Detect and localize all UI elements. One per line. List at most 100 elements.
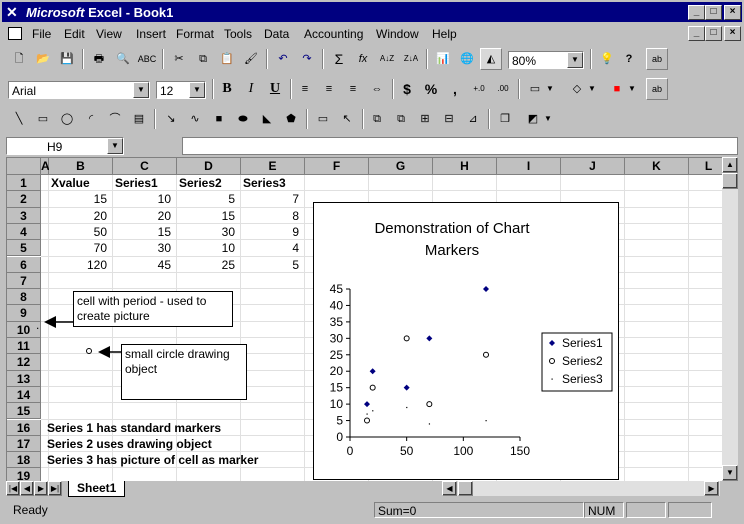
vertical-scrollbar[interactable]: ▲ ▼: [722, 157, 738, 481]
row-header-14[interactable]: 14: [7, 386, 41, 404]
menu-data[interactable]: Data: [264, 27, 289, 41]
data-cell[interactable]: 120: [49, 258, 107, 272]
line-icon[interactable]: ╲: [8, 108, 30, 130]
ab-button-2[interactable]: ab: [646, 78, 668, 100]
merge-center-icon[interactable]: ⇔: [366, 78, 388, 100]
borders-dropdown-icon[interactable]: ▼: [544, 78, 556, 100]
pattern-icon[interactable]: ◩: [522, 108, 544, 130]
arrow-icon[interactable]: ↘: [160, 108, 182, 130]
currency-button[interactable]: $: [396, 78, 418, 100]
note-cell[interactable]: Series 2 uses drawing object: [47, 437, 212, 451]
data-cell[interactable]: 15: [113, 225, 171, 239]
row-header-15[interactable]: 15: [7, 403, 41, 420]
sheet-tab-sheet1[interactable]: Sheet1: [68, 481, 126, 497]
menu-help[interactable]: Help: [432, 27, 457, 41]
scroll-up-arrow-icon[interactable]: ▲: [722, 157, 738, 173]
data-cell[interactable]: 20: [113, 209, 171, 223]
menu-insert[interactable]: Insert: [136, 27, 166, 41]
row-header-18[interactable]: 18: [7, 452, 41, 469]
menu-file[interactable]: File: [32, 27, 51, 41]
ungroup-icon[interactable]: ⊟: [438, 108, 460, 130]
horizontal-scrollbar[interactable]: ◀ ▶: [442, 481, 720, 496]
print-icon[interactable]: 🖶: [88, 48, 110, 70]
bold-button[interactable]: B: [216, 78, 238, 100]
row-header-17[interactable]: 17: [7, 435, 41, 453]
header-cell[interactable]: Series3: [243, 176, 286, 190]
column-header-b[interactable]: B: [49, 158, 113, 175]
column-header-e[interactable]: E: [241, 158, 305, 175]
menu-view[interactable]: View: [96, 27, 122, 41]
selection-pointer-icon[interactable]: ↖: [336, 108, 358, 130]
data-cell[interactable]: 70: [49, 241, 107, 255]
scatter-chart[interactable]: Demonstration of Chart Markers 0 5 10 15 20 2…: [313, 202, 619, 480]
comma-button[interactable]: ,: [444, 78, 466, 100]
align-right-icon[interactable]: ≡: [342, 78, 364, 100]
borders-icon[interactable]: ▭: [524, 78, 546, 100]
decrease-decimal-icon[interactable]: .00: [492, 78, 514, 100]
data-cell[interactable]: 7: [241, 192, 299, 206]
data-cell[interactable]: 9: [241, 225, 299, 239]
open-icon[interactable]: 📂: [32, 48, 54, 70]
reshape-icon[interactable]: ⊿: [462, 108, 484, 130]
data-cell[interactable]: 4: [241, 241, 299, 255]
font-combo[interactable]: Arial ▼: [8, 81, 150, 99]
rectangle-icon[interactable]: ▭: [32, 108, 54, 130]
map-icon[interactable]: 🌐: [456, 48, 478, 70]
name-box[interactable]: H9 ▼: [6, 137, 124, 155]
scroll-left-arrow-icon[interactable]: ◀: [442, 481, 457, 496]
column-header-a[interactable]: A: [41, 158, 50, 175]
prev-sheet-icon[interactable]: ◀: [20, 481, 34, 496]
minimize-button[interactable]: _: [688, 5, 705, 20]
doc-close-button[interactable]: ×: [724, 26, 741, 41]
column-header-c[interactable]: C: [113, 158, 177, 175]
name-box-dropdown-icon[interactable]: ▼: [107, 138, 123, 154]
row-header-11[interactable]: 11: [7, 338, 41, 355]
close-button[interactable]: ×: [724, 5, 741, 20]
function-wizard-button[interactable]: fx: [352, 48, 374, 70]
font-color-icon[interactable]: ■: [606, 78, 628, 100]
scroll-down-arrow-icon[interactable]: ▼: [722, 465, 738, 481]
menu-window[interactable]: Window: [376, 27, 419, 41]
increase-decimal-icon[interactable]: +.0: [468, 78, 490, 100]
menu-accounting[interactable]: Accounting: [304, 27, 363, 41]
filled-ellipse-icon[interactable]: ⬬: [232, 108, 254, 130]
row-header-5[interactable]: 5: [7, 240, 41, 257]
filled-arc-icon[interactable]: ◣: [256, 108, 278, 130]
menu-tools[interactable]: Tools: [224, 27, 252, 41]
data-cell[interactable]: 5: [241, 258, 299, 272]
create-button-icon[interactable]: ▭: [312, 108, 334, 130]
column-header-l[interactable]: L: [689, 158, 723, 175]
vertical-scroll-thumb[interactable]: [722, 173, 738, 189]
data-cell[interactable]: 5: [177, 192, 235, 206]
column-header-h[interactable]: H: [433, 158, 497, 175]
column-header-d[interactable]: D: [177, 158, 241, 175]
row-header-8[interactable]: 8: [7, 289, 41, 306]
data-cell[interactable]: 20: [49, 209, 107, 223]
row-header-3[interactable]: 3: [7, 207, 41, 224]
freeform-icon[interactable]: ⌒: [104, 108, 126, 130]
cut-icon[interactable]: ✂: [168, 48, 190, 70]
drawing-toggle-icon[interactable]: ◭: [480, 48, 502, 70]
text-box-icon[interactable]: ▤: [128, 108, 150, 130]
next-sheet-icon[interactable]: ▶: [34, 481, 48, 496]
column-header-f[interactable]: F: [305, 158, 369, 175]
freehand-icon[interactable]: ∿: [184, 108, 206, 130]
column-header-i[interactable]: I: [497, 158, 561, 175]
doc-minimize-button[interactable]: _: [688, 26, 705, 41]
row-header-12[interactable]: 12: [7, 354, 41, 371]
fill-color-icon[interactable]: ◇: [566, 78, 588, 100]
scroll-right-arrow-icon[interactable]: ▶: [704, 481, 719, 496]
zoom-combo[interactable]: 80% ▼: [508, 51, 584, 69]
excel-icon[interactable]: ✕: [6, 4, 22, 20]
row-header-13[interactable]: 13: [7, 370, 41, 387]
underline-button[interactable]: U: [264, 78, 286, 100]
zoom-dropdown-icon[interactable]: ▼: [567, 52, 583, 68]
drop-shadow-icon[interactable]: ❐: [494, 108, 516, 130]
horizontal-scroll-thumb[interactable]: [458, 481, 473, 496]
row-header-4[interactable]: 4: [7, 223, 41, 241]
menu-format[interactable]: Format: [176, 27, 214, 41]
format-painter-icon[interactable]: 🖌: [240, 48, 262, 70]
maximize-button[interactable]: □: [705, 5, 722, 20]
column-header-g[interactable]: G: [369, 158, 433, 175]
data-cell[interactable]: 25: [177, 258, 235, 272]
